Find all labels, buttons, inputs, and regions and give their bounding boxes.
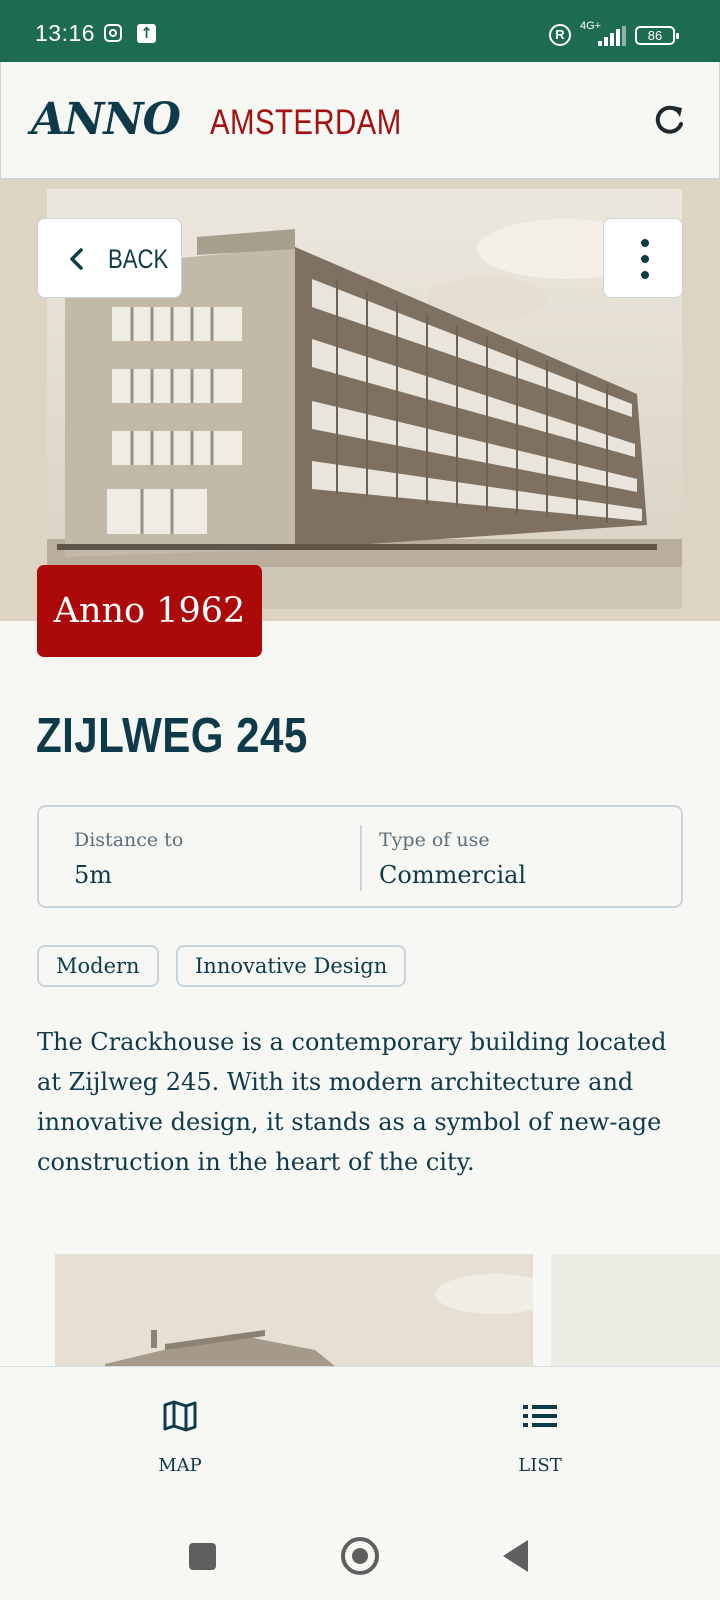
nav-map[interactable]: MAP [0, 1367, 360, 1507]
upload-icon: ↑ [137, 24, 156, 43]
back-label: BACK [108, 244, 169, 274]
home-icon[interactable] [341, 1537, 379, 1575]
app-header: ANNO AMSTERDAM [0, 62, 720, 179]
list-icon [523, 1405, 557, 1427]
tag-modern: Modern [37, 945, 159, 987]
instagram-icon [104, 24, 122, 42]
nav-list-label: LIST [518, 1455, 562, 1476]
registered-icon: R [549, 24, 571, 46]
recents-icon[interactable] [189, 1543, 216, 1570]
chevron-left-icon [70, 248, 83, 270]
hero-photo-area: BACK [0, 179, 720, 621]
gallery-photo [55, 1254, 533, 1366]
info-divider [360, 825, 362, 891]
logo-amsterdam: AMSTERDAM [210, 103, 402, 142]
signal-icon [598, 26, 626, 46]
system-nav-bar [0, 1506, 720, 1600]
nav-list[interactable]: LIST [360, 1367, 720, 1507]
logo-anno: ANNO [31, 94, 181, 145]
map-icon [163, 1400, 197, 1432]
gallery-thumbnail[interactable] [55, 1254, 533, 1366]
info-card: Distance to 5m Type of use Commercial [37, 805, 683, 908]
page-title: ZIJLWEG 245 [36, 709, 308, 763]
distance-label: Distance to [74, 829, 184, 851]
status-time: 13:16 [35, 20, 96, 46]
photo-gallery[interactable] [0, 1254, 720, 1366]
description: The Crackhouse is a contemporary buildin… [37, 1028, 667, 1176]
year-badge: Anno 1962 [37, 565, 262, 657]
tag-innovative-design: Innovative Design [176, 945, 407, 987]
distance-value: 5m [74, 861, 113, 889]
type-of-use-label: Type of use [379, 829, 490, 851]
more-options-button[interactable] [603, 218, 683, 298]
bottom-nav: MAP LIST [0, 1366, 720, 1506]
type-of-use-value: Commercial [379, 861, 527, 889]
nav-map-label: MAP [158, 1455, 202, 1476]
back-triangle-icon[interactable] [503, 1540, 528, 1572]
status-bar: 13:16 ↑ R 4G+ 86 [0, 0, 720, 62]
back-button[interactable]: BACK [37, 218, 182, 298]
refresh-icon[interactable] [651, 102, 687, 138]
gallery-thumbnail[interactable] [551, 1254, 720, 1366]
battery-icon: 86 [635, 26, 679, 45]
